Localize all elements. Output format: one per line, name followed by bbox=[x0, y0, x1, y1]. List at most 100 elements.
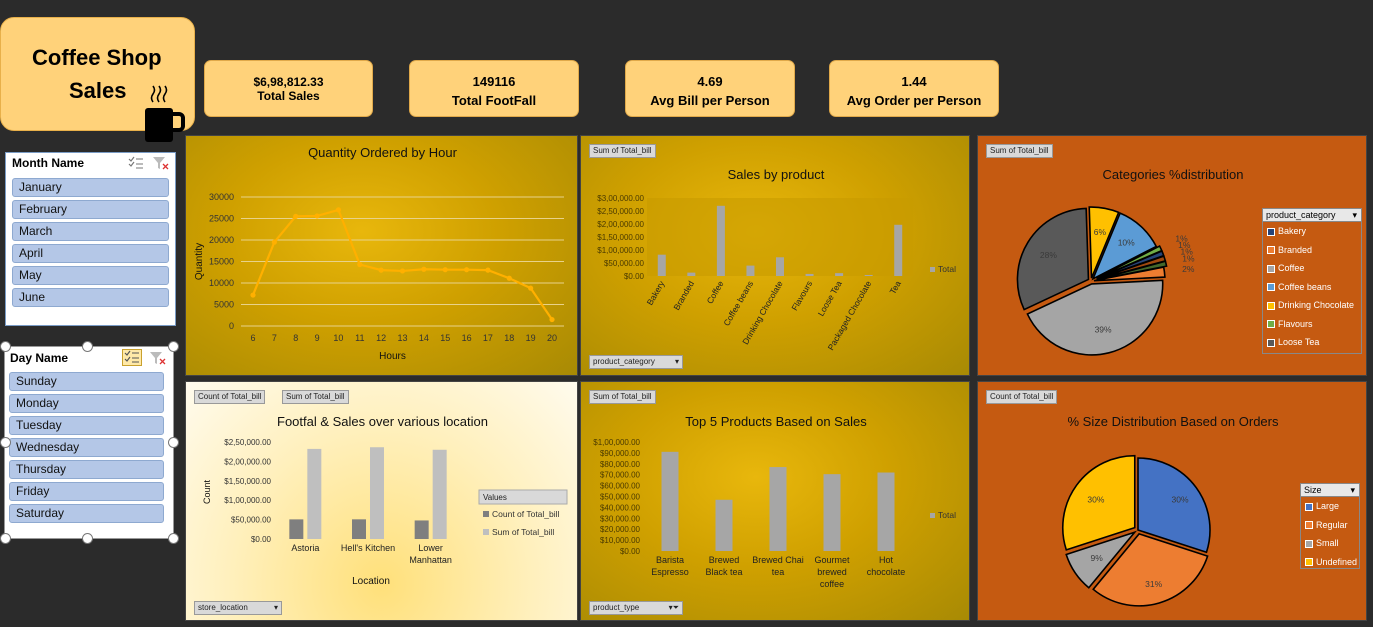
data-point bbox=[442, 267, 448, 273]
categories-legend[interactable]: product_category ▾ Bakery Branded Coffee Cof… bbox=[1262, 208, 1362, 354]
series-line bbox=[251, 208, 553, 321]
y-tick-label: 15000 bbox=[209, 257, 234, 267]
bar bbox=[716, 205, 725, 276]
y-tick-label: $0.00 bbox=[620, 547, 641, 556]
data-label: 30% bbox=[1172, 494, 1189, 504]
multi-select-icon[interactable] bbox=[127, 156, 145, 170]
day-item[interactable]: Tuesday bbox=[9, 416, 164, 435]
top5-bar-chart: $0.00 $10,000.00 $20,000.00 $30,000.00 $40,0… bbox=[593, 438, 956, 589]
multi-select-icon[interactable] bbox=[122, 349, 142, 366]
day-item[interactable]: Thursday bbox=[9, 460, 164, 479]
coffee-cup-icon bbox=[145, 85, 185, 142]
dropdown-arrow-icon: ▾ bbox=[1350, 485, 1355, 495]
data-label: 1% bbox=[1182, 254, 1195, 264]
x-tick-label: Manhattan bbox=[409, 555, 452, 565]
legend-header[interactable]: product_category ▾ bbox=[1263, 209, 1361, 222]
resize-handle[interactable] bbox=[168, 341, 179, 352]
legend-item[interactable]: Coffee bbox=[1263, 259, 1361, 278]
y-tick-label: 5000 bbox=[214, 300, 234, 310]
legend-swatch bbox=[1305, 521, 1313, 530]
legend-label: Undefined bbox=[1316, 556, 1358, 567]
resize-handle[interactable] bbox=[82, 533, 93, 544]
size-legend[interactable]: Size ▾ Large Regular Small Undefined bbox=[1300, 483, 1360, 569]
day-item[interactable]: Sunday bbox=[9, 372, 164, 391]
legend-item[interactable]: Branded bbox=[1263, 241, 1361, 260]
month-item[interactable]: February bbox=[12, 200, 169, 219]
legend-item[interactable]: Bakery bbox=[1263, 222, 1361, 241]
kpi-total-footfall: 149116 Total FootFall bbox=[409, 60, 579, 117]
month-item[interactable]: January bbox=[12, 178, 169, 197]
y-tick-label: $1,00,000.00 bbox=[597, 246, 644, 255]
bar bbox=[657, 254, 666, 276]
y-tick-label: $20,000.00 bbox=[600, 525, 641, 534]
bar bbox=[414, 520, 429, 539]
bar bbox=[877, 472, 895, 551]
month-item[interactable]: May bbox=[12, 266, 169, 285]
hourly-line-chart: 0 5000 10000 15000 20000 25000 30000 6 7 8 9 10 11 12… bbox=[194, 192, 564, 362]
x-tick-label: 12 bbox=[376, 333, 386, 343]
x-tick-label: Barista bbox=[656, 555, 684, 565]
y-tick-label: $50,000.00 bbox=[604, 259, 645, 268]
filter-dropdown[interactable]: product_type ▾⏷ bbox=[589, 601, 683, 615]
x-tick-label: Loose Tea bbox=[816, 279, 844, 318]
data-label: 10% bbox=[1118, 238, 1135, 248]
dropdown-arrow-icon: ▾ bbox=[674, 357, 679, 366]
data-label: 2% bbox=[1182, 264, 1195, 274]
legend-header[interactable]: Size ▾ bbox=[1301, 484, 1359, 497]
location-chart-panel: Count of Total_bill Sum of Total_bill Fo… bbox=[185, 381, 578, 621]
data-label: 28% bbox=[1040, 250, 1057, 260]
y-axis-label: Quantity bbox=[194, 243, 205, 280]
resize-handle[interactable] bbox=[82, 341, 93, 352]
clear-filter-icon[interactable] bbox=[149, 351, 167, 365]
y-tick-label: $10,000.00 bbox=[600, 536, 641, 545]
resize-handle[interactable] bbox=[0, 341, 11, 352]
data-point bbox=[314, 213, 320, 219]
y-tick-label: $80,000.00 bbox=[600, 460, 641, 469]
kpi-total-sales-value: $6,98,812.33 bbox=[253, 75, 324, 89]
legend-item[interactable]: Drinking Chocolate bbox=[1263, 296, 1361, 315]
resize-handle[interactable] bbox=[0, 533, 11, 544]
data-point bbox=[463, 267, 470, 273]
legend-label: Bakery bbox=[1278, 226, 1307, 236]
x-tick-label: coffee bbox=[820, 579, 844, 589]
day-item[interactable]: Saturday bbox=[9, 504, 164, 523]
hourly-chart-panel: Quantity Ordered by Hour 0 5000 10000 15000… bbox=[185, 135, 578, 376]
y-tick-label: $1,50,000.00 bbox=[224, 477, 271, 486]
bar bbox=[864, 274, 873, 276]
legend-label: Flavours bbox=[1278, 318, 1313, 329]
y-tick-label: $50,000.00 bbox=[231, 516, 272, 525]
y-tick-label: 0 bbox=[229, 321, 234, 331]
day-item[interactable]: Friday bbox=[9, 482, 164, 501]
legend-item[interactable]: Regular bbox=[1301, 516, 1359, 535]
filter-dropdown[interactable]: store_location ▾ bbox=[194, 601, 282, 615]
day-item[interactable]: Wednesday bbox=[9, 438, 164, 457]
x-tick-label: 10 bbox=[333, 333, 343, 343]
data-point bbox=[506, 275, 512, 281]
y-tick-label: $2,50,000.00 bbox=[597, 207, 644, 216]
resize-handle[interactable] bbox=[0, 437, 11, 448]
clear-filter-icon[interactable] bbox=[152, 156, 170, 170]
legend-item[interactable]: Coffee beans bbox=[1263, 278, 1361, 297]
resize-handle[interactable] bbox=[168, 533, 179, 544]
month-item[interactable]: April bbox=[12, 244, 169, 263]
legend-item[interactable]: Large bbox=[1301, 497, 1359, 516]
x-tick-label: 6 bbox=[250, 333, 255, 343]
data-point bbox=[293, 213, 299, 219]
legend-item[interactable]: Small bbox=[1301, 534, 1359, 553]
month-item[interactable]: June bbox=[12, 288, 169, 307]
resize-handle[interactable] bbox=[168, 437, 179, 448]
legend-item[interactable]: Undefined bbox=[1301, 553, 1359, 572]
legend-label: Branded bbox=[1278, 244, 1313, 255]
legend-item[interactable]: Loose Tea bbox=[1263, 333, 1361, 352]
data-point bbox=[399, 268, 406, 274]
kpi-total-footfall-label: Total FootFall bbox=[451, 93, 537, 108]
x-tick-label: Coffee bbox=[705, 279, 726, 306]
day-slicer-header: Day Name bbox=[10, 351, 69, 365]
month-item[interactable]: March bbox=[12, 222, 169, 241]
filter-dropdown[interactable]: product_category ▾ bbox=[589, 355, 683, 369]
data-label: 39% bbox=[1095, 325, 1112, 335]
legend-label: Large bbox=[1316, 501, 1340, 511]
legend-item[interactable]: Flavours bbox=[1263, 315, 1361, 334]
bar bbox=[776, 257, 784, 276]
day-item[interactable]: Monday bbox=[9, 394, 164, 413]
